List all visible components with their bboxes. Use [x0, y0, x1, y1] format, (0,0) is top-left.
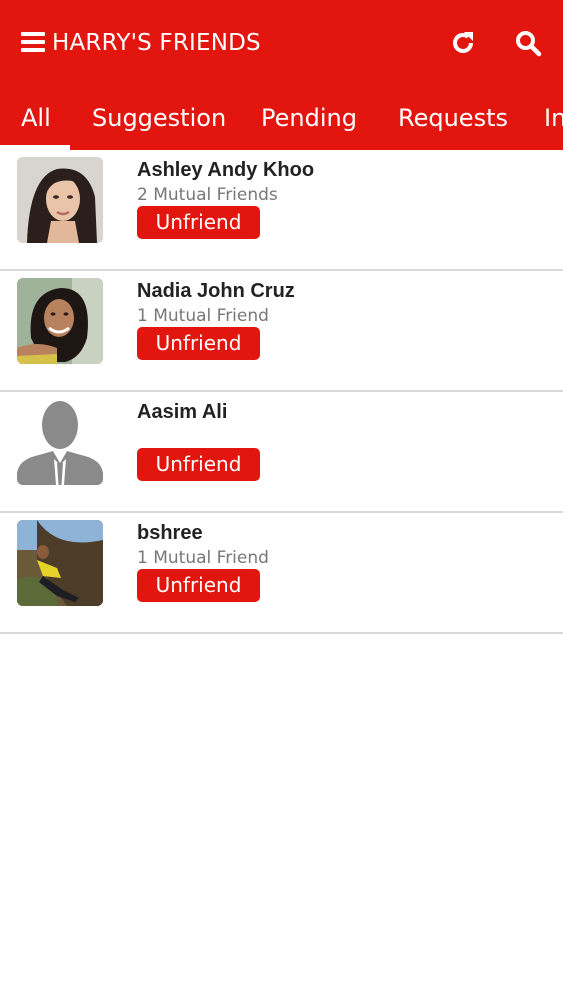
friend-name[interactable]: bshree	[137, 520, 203, 546]
mutual-friends-count: 1 Mutual Friend	[137, 306, 269, 326]
tab-requests[interactable]: Requests	[398, 102, 508, 134]
unfriend-button[interactable]: Unfriend	[137, 448, 260, 481]
hamburger-menu-icon[interactable]	[21, 32, 45, 52]
avatar[interactable]	[17, 520, 103, 606]
app-header: HARRY'S FRIENDS All Suggestion Pending R…	[0, 0, 563, 150]
avatar[interactable]	[17, 157, 103, 243]
list-item[interactable]: bshree 1 Mutual Friend Unfriend	[0, 513, 563, 634]
friend-name[interactable]: Nadia John Cruz	[137, 278, 295, 304]
list-item[interactable]: Nadia John Cruz 1 Mutual Friend Unfriend	[0, 271, 563, 392]
tab-invites-partial[interactable]: In	[544, 102, 563, 134]
tab-suggestion[interactable]: Suggestion	[92, 102, 226, 134]
tab-all[interactable]: All	[21, 102, 51, 134]
friend-name[interactable]: Ashley Andy Khoo	[137, 157, 314, 183]
list-item[interactable]: Ashley Andy Khoo 2 Mutual Friends Unfrie…	[0, 150, 563, 271]
unfriend-button[interactable]: Unfriend	[137, 327, 260, 360]
list-item[interactable]: Aasim Ali Unfriend	[0, 392, 563, 513]
default-silhouette-icon[interactable]	[17, 399, 103, 485]
search-icon[interactable]	[514, 29, 542, 57]
mutual-friends-count: 1 Mutual Friend	[137, 548, 269, 568]
unfriend-button[interactable]: Unfriend	[137, 206, 260, 239]
friends-list: Ashley Andy Khoo 2 Mutual Friends Unfrie…	[0, 150, 563, 634]
unfriend-button[interactable]: Unfriend	[137, 569, 260, 602]
refresh-icon[interactable]	[449, 29, 477, 57]
page-title: HARRY'S FRIENDS	[52, 30, 261, 56]
friend-name[interactable]: Aasim Ali	[137, 399, 227, 425]
tab-bar: All Suggestion Pending Requests In	[0, 88, 563, 150]
tab-pending[interactable]: Pending	[261, 102, 357, 134]
avatar[interactable]	[17, 278, 103, 364]
mutual-friends-count: 2 Mutual Friends	[137, 185, 278, 205]
top-bar: HARRY'S FRIENDS	[0, 0, 563, 88]
